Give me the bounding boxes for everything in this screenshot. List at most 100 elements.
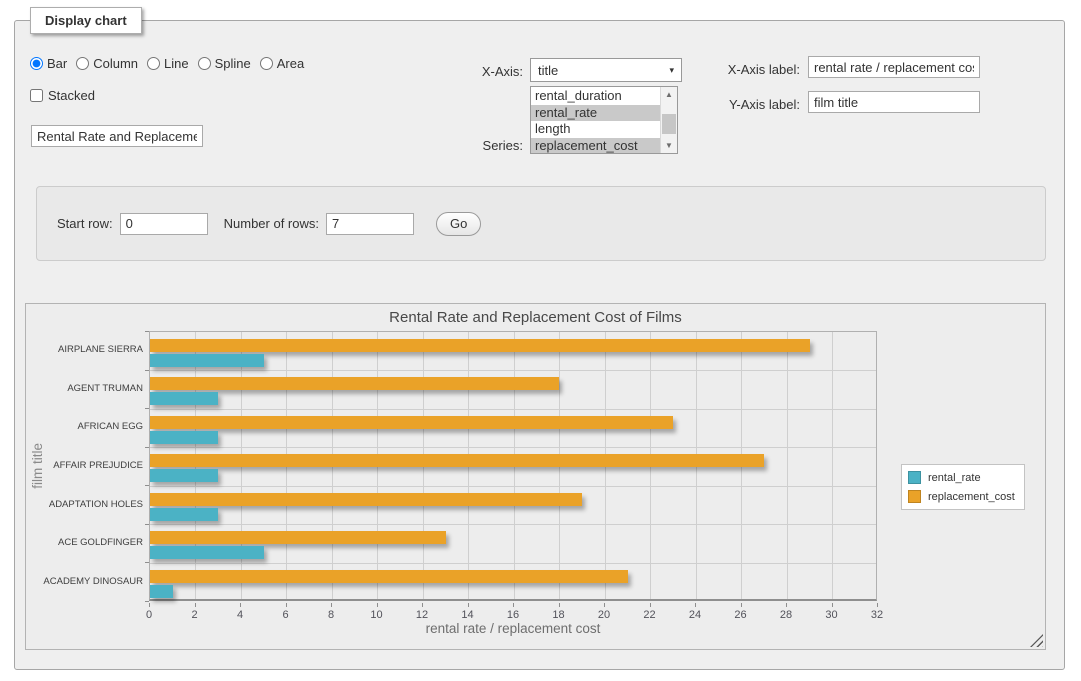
chart-type-option-label: Spline (215, 56, 251, 71)
x-tick-label: 10 (362, 609, 392, 621)
series-option[interactable]: rental_duration (531, 88, 660, 105)
x-axis-tick (559, 603, 560, 607)
series-options: rental_durationrental_ratelengthreplacem… (531, 88, 660, 154)
number-of-rows-label: Number of rows: (224, 216, 319, 231)
x-tick-label: 6 (271, 609, 301, 621)
stacked-row: Stacked (30, 88, 95, 103)
x-tick-label: 8 (316, 609, 346, 621)
y-axis-tick (145, 408, 149, 409)
x-axis-tick (513, 603, 514, 607)
legend-label: rental_rate (928, 472, 981, 484)
bar-replacement_cost (150, 454, 764, 467)
y-axis-label-input[interactable] (808, 91, 980, 113)
radio-spline[interactable] (198, 57, 211, 70)
legend-label: replacement_cost (928, 491, 1015, 503)
chevron-down-icon: ▾ (669, 65, 674, 76)
series-listbox[interactable]: rental_durationrental_ratelengthreplacem… (530, 86, 678, 154)
bar-replacement_cost (150, 377, 559, 390)
bar-rental_rate (150, 585, 173, 598)
legend-swatch (908, 471, 921, 484)
radio-column[interactable] (76, 57, 89, 70)
x-axis-tick (695, 603, 696, 607)
go-button[interactable]: Go (436, 212, 481, 236)
x-tick-label: 20 (589, 609, 619, 621)
gridline-vertical (787, 332, 788, 599)
y-axis-tick (145, 562, 149, 563)
bar-rental_rate (150, 392, 218, 405)
series-option[interactable]: length (531, 121, 660, 138)
y-category-label: AFFAIR PREJUDICE (26, 460, 143, 472)
x-axis-label-caption: X-Axis label: (712, 62, 800, 77)
y-category-label: AIRPLANE SIERRA (26, 344, 143, 356)
chart-type-radio-group: BarColumnLineSplineArea (30, 56, 304, 71)
series-option[interactable]: replacement_cost (531, 138, 660, 155)
x-axis-tick (240, 603, 241, 607)
chart-type-option-label: Line (164, 56, 189, 71)
gridline-horizontal (150, 409, 876, 410)
bar-replacement_cost (150, 570, 628, 583)
x-tick-label: 22 (635, 609, 665, 621)
series-option[interactable]: rental_rate (531, 105, 660, 122)
x-axis-label-input[interactable] (808, 56, 980, 78)
x-tick-label: 32 (862, 609, 892, 621)
bar-rental_rate (150, 354, 264, 367)
bar-rental_rate (150, 508, 218, 521)
y-axis-tick (145, 370, 149, 371)
x-tick-label: 28 (771, 609, 801, 621)
chart-type-option: Spline (198, 56, 251, 71)
scroll-down-icon[interactable]: ▼ (661, 138, 677, 153)
gridline-horizontal (150, 563, 876, 564)
bar-rental_rate (150, 469, 218, 482)
stacked-checkbox[interactable] (30, 89, 43, 102)
chart-title-input[interactable] (31, 125, 203, 147)
x-axis-tick (149, 603, 150, 607)
bar-replacement_cost (150, 531, 446, 544)
x-axis-tick (422, 603, 423, 607)
gridline-horizontal (150, 524, 876, 525)
chart-container: Rental Rate and Replacement Cost of Film… (25, 303, 1046, 650)
x-axis-select[interactable]: title ▾ (530, 58, 682, 82)
x-axis-tick (331, 603, 332, 607)
radio-bar[interactable] (30, 57, 43, 70)
y-axis-tick (145, 524, 149, 525)
y-axis-tick (145, 485, 149, 486)
bar-replacement_cost (150, 416, 673, 429)
bar-replacement_cost (150, 493, 582, 506)
y-category-label: AFRICAN EGG (26, 421, 143, 433)
series-select-label: Series: (452, 138, 523, 153)
x-axis-tick (468, 603, 469, 607)
x-axis-select-label: X-Axis: (456, 64, 523, 79)
x-tick-label: 2 (180, 609, 210, 621)
radio-line[interactable] (147, 57, 160, 70)
number-of-rows-input[interactable] (326, 213, 414, 235)
x-tick-label: 30 (817, 609, 847, 621)
legend-item: replacement_cost (908, 490, 1015, 503)
radio-area[interactable] (260, 57, 273, 70)
listbox-scrollbar[interactable]: ▲ ▼ (660, 87, 677, 153)
x-tick-label: 26 (726, 609, 756, 621)
start-row-input[interactable] (120, 213, 208, 235)
y-axis-tick (145, 601, 149, 602)
chart-type-option: Line (147, 56, 189, 71)
chart-legend: rental_rate replacement_cost (901, 464, 1025, 510)
chart-plot-area (149, 331, 877, 601)
gridline-vertical (832, 332, 833, 599)
row-range-panel: Start row: Number of rows: Go (36, 186, 1046, 261)
x-axis-tick (195, 603, 196, 607)
x-tick-label: 16 (498, 609, 528, 621)
resize-handle-icon[interactable] (1030, 634, 1043, 647)
y-axis-label-caption: Y-Axis label: (712, 97, 800, 112)
chart-type-option-label: Area (277, 56, 304, 71)
fieldset-legend: Display chart (30, 7, 142, 34)
y-category-label: ACADEMY DINOSAUR (26, 576, 143, 588)
stacked-label: Stacked (48, 88, 95, 103)
bar-replacement_cost (150, 339, 810, 352)
scrollbar-thumb[interactable] (662, 114, 676, 134)
start-row-label: Start row: (57, 216, 113, 231)
chart-type-option-label: Bar (47, 56, 67, 71)
chart-title: Rental Rate and Replacement Cost of Film… (26, 309, 1045, 326)
x-axis-tick (786, 603, 787, 607)
scroll-up-icon[interactable]: ▲ (661, 87, 677, 102)
x-axis-tick (877, 603, 878, 607)
x-axis-tick (286, 603, 287, 607)
